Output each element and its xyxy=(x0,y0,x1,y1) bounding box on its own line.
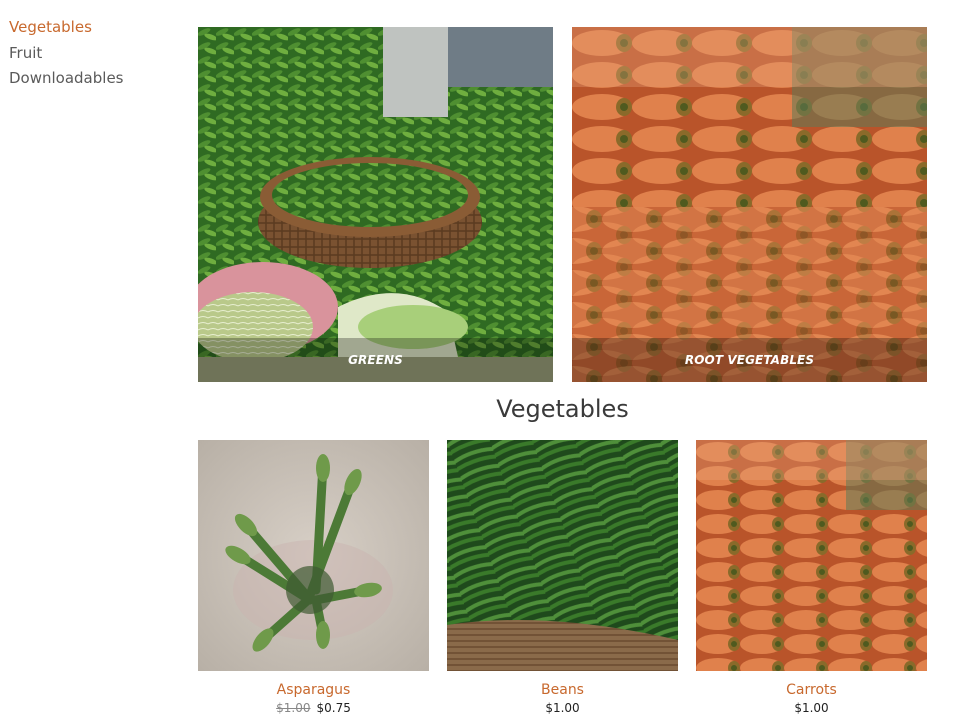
sidebar-item-vegetables[interactable]: Vegetables xyxy=(9,15,179,41)
carrots-photo xyxy=(696,440,927,671)
product-name-carrots[interactable]: Carrots xyxy=(696,681,927,699)
product-card-carrots: Carrots $1.00 xyxy=(696,440,927,717)
product-card-asparagus: Asparagus $1.00 $0.75 xyxy=(198,440,429,717)
product-price-carrots: $1.00 xyxy=(794,701,829,715)
category-tile-root-vegetables[interactable]: ROOT VEGETABLES xyxy=(572,27,927,382)
section-title: Vegetables xyxy=(496,395,629,423)
product-image-beans[interactable] xyxy=(447,440,678,671)
asparagus-photo xyxy=(198,440,429,671)
greens-photo xyxy=(198,27,553,382)
sale-price: $0.75 xyxy=(316,701,351,715)
original-price: $1.00 xyxy=(276,701,311,715)
beans-photo xyxy=(447,440,678,671)
category-label-bar: ROOT VEGETABLES xyxy=(572,338,927,382)
carrots-photo xyxy=(572,27,927,382)
product-image-asparagus[interactable] xyxy=(198,440,429,671)
category-label-bar: GREENS xyxy=(198,338,553,382)
category-tile-greens[interactable]: GREENS xyxy=(198,27,553,382)
product-card-beans: Beans $1.00 xyxy=(447,440,678,717)
page: Vegetables Fruit Downloadables GREENS RO… xyxy=(0,0,959,722)
sidebar-nav: Vegetables Fruit Downloadables xyxy=(9,15,179,92)
category-label: ROOT VEGETABLES xyxy=(684,353,815,367)
category-label: GREENS xyxy=(348,353,403,367)
sidebar-item-fruit[interactable]: Fruit xyxy=(9,41,179,67)
product-price-asparagus: $1.00 $0.75 xyxy=(198,699,429,717)
product-name-asparagus[interactable]: Asparagus xyxy=(198,681,429,699)
product-image-carrots[interactable] xyxy=(696,440,927,671)
product-name-beans[interactable]: Beans xyxy=(447,681,678,699)
product-price-beans: $1.00 xyxy=(545,701,580,715)
sidebar-item-downloadables[interactable]: Downloadables xyxy=(9,66,179,92)
